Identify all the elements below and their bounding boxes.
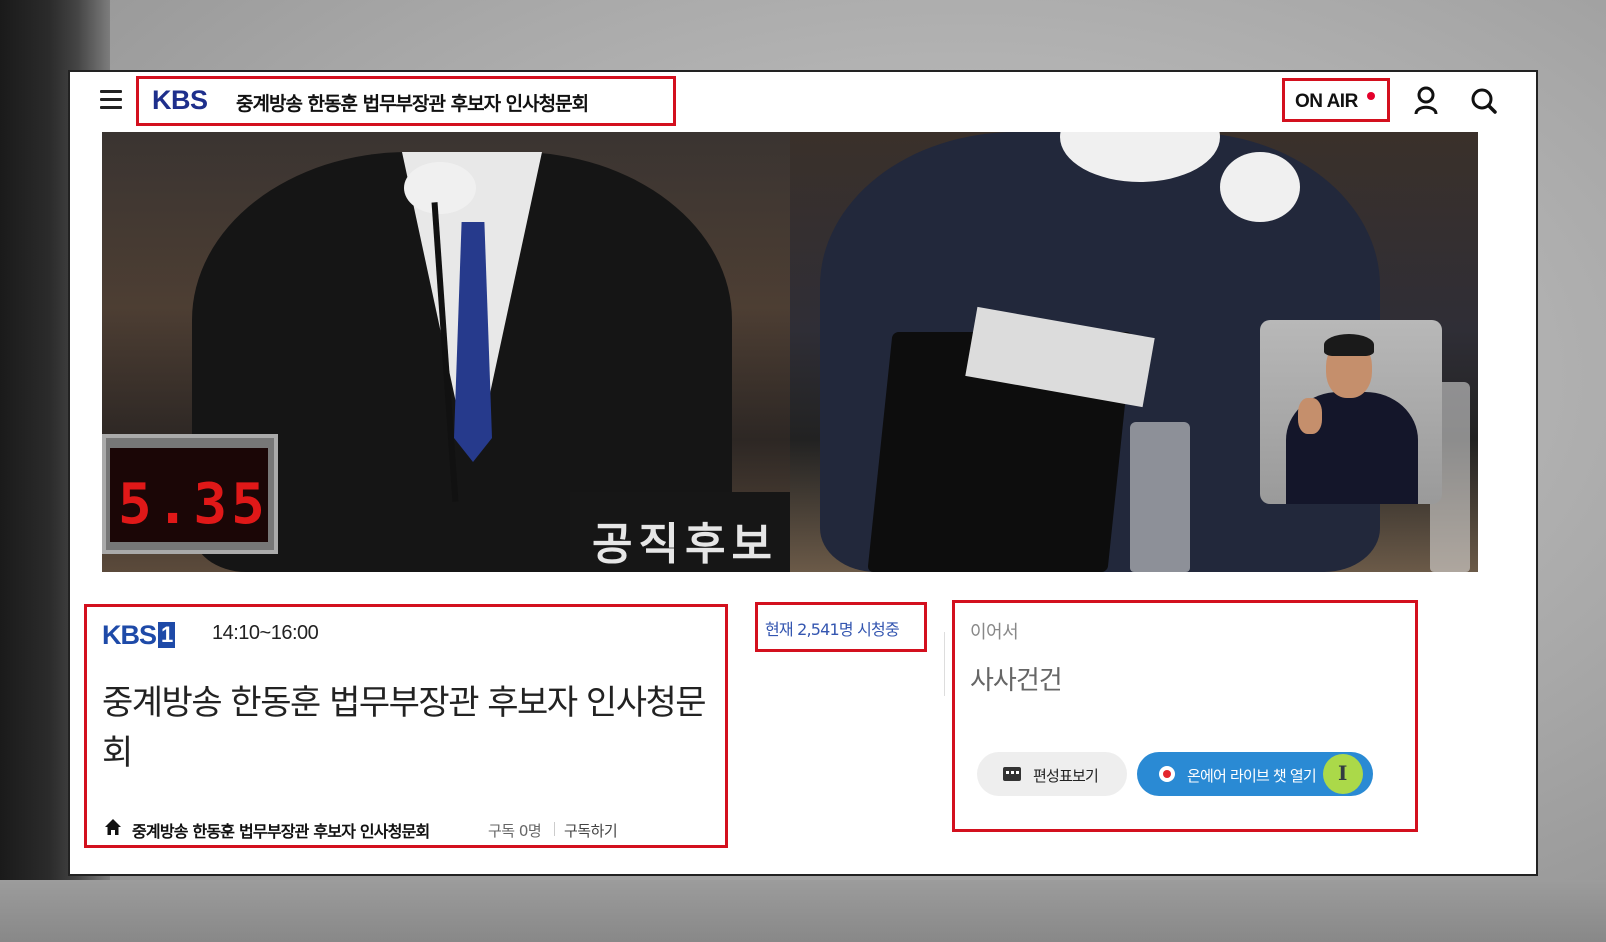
kbs1-logo-text: KBS: [102, 620, 157, 650]
timer-display: 5.35: [102, 434, 278, 554]
kbs-logo[interactable]: KBS: [152, 85, 208, 116]
nameplate-text: 공직후보: [592, 519, 778, 570]
vertical-divider: [944, 632, 945, 696]
live-dot-icon: [1367, 92, 1375, 100]
home-icon: [105, 819, 121, 835]
sign-language-interpreter: [1260, 320, 1442, 504]
kbs1-logo-number: 1: [158, 622, 176, 648]
live-chat-button-label: 온에어 라이브 챗 열기: [1187, 767, 1317, 785]
top-header: KBS 중계방송 한동훈 법무부장관 후보자 인사청문회 ON AIR: [70, 72, 1536, 132]
kbs1-logo: KBS 1: [102, 620, 176, 651]
next-program-title: 사사건건: [970, 666, 1063, 696]
program-title: 중계방송 한동훈 법무부장관 후보자 인사청문회: [102, 683, 707, 773]
sanitizer-bottle: [1130, 422, 1190, 572]
video-left-pane: 5.35 공직후보: [102, 132, 810, 572]
schedule-button-label: 편성표보기: [1033, 767, 1099, 785]
viewer-count: 현재 2,541명 시청중: [765, 620, 900, 639]
header-title: 중계방송 한동훈 법무부장관 후보자 인사청문회: [236, 93, 589, 115]
onair-button[interactable]: ON AIR: [1282, 78, 1390, 122]
background-desk: [0, 880, 1606, 942]
schedule-icon: [1003, 767, 1021, 781]
mouse-cursor-icon: [1323, 754, 1363, 794]
search-icon[interactable]: [1470, 86, 1498, 116]
divider: [554, 822, 555, 836]
onair-label: ON AIR: [1295, 91, 1358, 112]
microphone-cover: [404, 162, 476, 214]
kbs-live-page: KBS 중계방송 한동훈 법무부장관 후보자 인사청문회 ON AIR 5.35: [68, 70, 1538, 876]
user-icon[interactable]: [1412, 86, 1440, 116]
next-label: 이어서: [970, 622, 1019, 643]
live-video-player[interactable]: 5.35 공직후보: [102, 132, 1478, 572]
schedule-button[interactable]: 편성표보기: [977, 752, 1127, 796]
subscriber-count: 구독 0명: [488, 822, 542, 840]
menu-icon[interactable]: [100, 90, 122, 112]
record-icon: [1159, 766, 1175, 782]
microphone-cover-right: [1220, 152, 1300, 222]
next-program-highlight-box: [952, 600, 1418, 832]
channel-home-link[interactable]: 중계방송 한동훈 법무부장관 후보자 인사청문회: [132, 818, 430, 842]
nameplate: 공직후보: [570, 492, 810, 572]
subscribe-button[interactable]: 구독하기: [564, 820, 618, 841]
timer-digits: 5.35: [118, 472, 269, 537]
broadcast-time: 14:10~16:00: [212, 622, 319, 644]
